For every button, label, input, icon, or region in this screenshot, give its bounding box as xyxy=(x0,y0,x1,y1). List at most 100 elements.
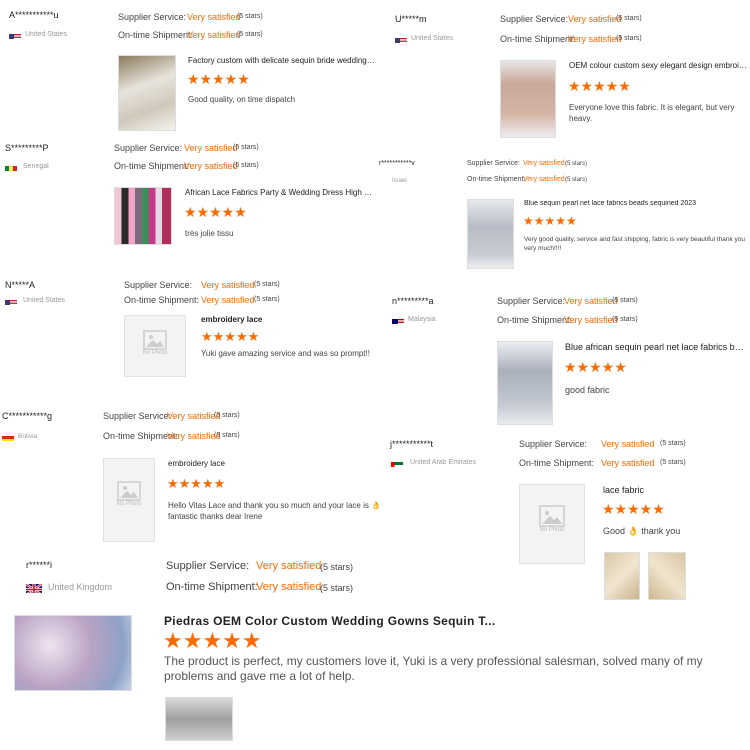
review-photo[interactable] xyxy=(604,552,640,600)
on-time-shipment-value: Very satisfied xyxy=(184,161,238,171)
buyer-name: C***********g xyxy=(2,411,53,421)
buyer-country: United Kingdom xyxy=(48,582,113,592)
rating-stars: ★★★★★ xyxy=(201,329,260,344)
product-title[interactable]: Blue sequin pearl net lace fabrics beads… xyxy=(524,200,734,207)
review-comment: Yuki gave amazing service and was so pro… xyxy=(201,349,370,358)
supplier-service-value: Very satisfied xyxy=(568,14,622,24)
supplier-service-stars: (5 stars) xyxy=(214,412,240,419)
product-title[interactable]: Blue african sequin pearl net lace fabri… xyxy=(565,342,745,352)
supplier-service-stars: (5 stars) xyxy=(612,297,638,304)
rating-stars: ★★★★★ xyxy=(167,476,226,491)
no-photo-label: No Photo xyxy=(116,501,142,507)
on-time-shipment-stars: (5 stars) xyxy=(660,459,686,466)
review-photo[interactable] xyxy=(165,697,233,741)
product-title[interactable]: embroidery lace xyxy=(201,315,262,324)
us-flag-icon xyxy=(395,34,407,43)
product-title[interactable]: Factory custom with delicate sequin brid… xyxy=(188,56,376,65)
buyer-name: n*********a xyxy=(392,296,434,306)
bolivia-flag-icon xyxy=(2,432,14,441)
on-time-shipment-label: On-time Shipment: xyxy=(166,581,258,593)
no-photo-placeholder: No Photo xyxy=(103,458,155,542)
supplier-service-stars: (5 stars) xyxy=(616,15,642,22)
supplier-service-label: Supplier Service: xyxy=(124,280,193,290)
on-time-shipment-value: Very satisfied xyxy=(523,176,565,183)
product-image[interactable] xyxy=(497,341,553,425)
review-comment: Good 👌 thank you xyxy=(603,526,681,536)
image-placeholder-icon xyxy=(117,481,141,501)
product-title[interactable]: lace fabric xyxy=(603,485,644,495)
supplier-service-stars: (5 stars) xyxy=(320,562,354,572)
supplier-service-label: Supplier Service: xyxy=(114,143,183,153)
on-time-shipment-label: On-time Shipment: xyxy=(519,458,595,468)
no-photo-placeholder: No Photo xyxy=(519,484,585,564)
on-time-shipment-value: Very satisfied xyxy=(568,34,622,44)
on-time-shipment-label: On-time Shipment: xyxy=(467,176,526,183)
product-image[interactable] xyxy=(500,60,556,138)
on-time-shipment-stars: (5 stars) xyxy=(237,31,263,38)
on-time-shipment-value: Very satisfied xyxy=(564,315,618,325)
buyer-name: S*********P xyxy=(5,143,49,153)
review-photo[interactable] xyxy=(648,552,686,600)
buyer-name: r******i xyxy=(26,560,53,570)
uk-flag-icon xyxy=(26,582,42,593)
product-title[interactable]: Piedras OEM Color Custom Wedding Gowns S… xyxy=(164,614,554,628)
buyer-country: Bolivia xyxy=(18,433,38,440)
supplier-service-label: Supplier Service: xyxy=(166,560,250,572)
product-image[interactable] xyxy=(14,615,132,691)
supplier-service-value: Very satisfied xyxy=(184,143,238,153)
buyer-country: Senegal xyxy=(23,163,49,170)
supplier-service-value: Very satisfied xyxy=(187,12,241,22)
buyer-name: A***********u xyxy=(9,10,59,20)
israel-flag-icon xyxy=(379,178,389,185)
uae-flag-icon xyxy=(391,458,403,467)
product-image[interactable] xyxy=(467,199,514,269)
on-time-shipment-stars: (5 stars) xyxy=(565,177,588,183)
product-title[interactable]: African Lace Fabrics Party & Wedding Dre… xyxy=(185,188,373,197)
product-title[interactable]: OEM colour custom sexy elegant design em… xyxy=(569,61,749,70)
supplier-service-stars: (5 stars) xyxy=(660,440,686,447)
no-photo-label: No Photo xyxy=(539,527,565,533)
on-time-shipment-stars: (5 stars) xyxy=(616,35,642,42)
review-comment: Very good quality, service and fast ship… xyxy=(524,236,746,252)
on-time-shipment-label: On-time Shipment: xyxy=(114,161,190,171)
on-time-shipment-stars: (5 stars) xyxy=(254,296,280,303)
product-image[interactable] xyxy=(114,187,172,245)
on-time-shipment-value: Very satisfied xyxy=(187,30,241,40)
rating-stars: ★★★★★ xyxy=(564,359,627,375)
no-photo-label: No Photo xyxy=(142,350,168,356)
rating-stars: ★★★★★ xyxy=(523,214,577,228)
buyer-country: United States xyxy=(23,297,66,304)
buyer-country: United States xyxy=(25,31,68,38)
rating-stars: ★★★★★ xyxy=(568,78,631,94)
supplier-service-label: Supplier Service: xyxy=(519,439,588,449)
supplier-service-stars: (5 stars) xyxy=(237,13,263,20)
product-image[interactable] xyxy=(118,55,176,131)
review-comment: très jolie tissu xyxy=(185,229,234,238)
rating-stars: ★★★★★ xyxy=(184,204,247,220)
review-comment: Good quality, on time dispatch xyxy=(188,95,296,104)
buyer-name: r***********v xyxy=(379,160,415,167)
image-placeholder-icon xyxy=(143,330,167,350)
on-time-shipment-stars: (5 stars) xyxy=(233,162,259,169)
supplier-service-value: Very satisfied xyxy=(167,411,221,421)
product-title[interactable]: embroidery lace xyxy=(168,459,225,468)
supplier-service-value: Very satisfied xyxy=(256,560,322,572)
review-comment: Hello Vitas Lace and thank you so much a… xyxy=(168,501,382,521)
on-time-shipment-value: Very satisfied xyxy=(601,458,655,468)
image-placeholder-icon xyxy=(539,505,565,527)
buyer-country: United Arab Emirates xyxy=(410,459,477,466)
buyer-country: Malaysia xyxy=(408,316,436,323)
on-time-shipment-value: Very satisfied xyxy=(256,581,322,593)
on-time-shipment-stars: (5 stars) xyxy=(320,583,354,593)
no-photo-placeholder: No Photo xyxy=(124,315,186,377)
senegal-flag-icon xyxy=(5,162,17,171)
rating-stars: ★★★★★ xyxy=(163,628,262,653)
buyer-name: U*****m xyxy=(395,14,427,24)
supplier-service-stars: (5 stars) xyxy=(233,144,259,151)
on-time-shipment-stars: (5 stars) xyxy=(612,316,638,323)
supplier-service-value: Very satisfied xyxy=(564,296,618,306)
on-time-shipment-value: Very satisfied xyxy=(167,431,221,441)
rating-stars: ★★★★★ xyxy=(602,501,665,517)
on-time-shipment-label: On-time Shipment: xyxy=(124,295,200,305)
buyer-country: Israel xyxy=(392,178,407,184)
